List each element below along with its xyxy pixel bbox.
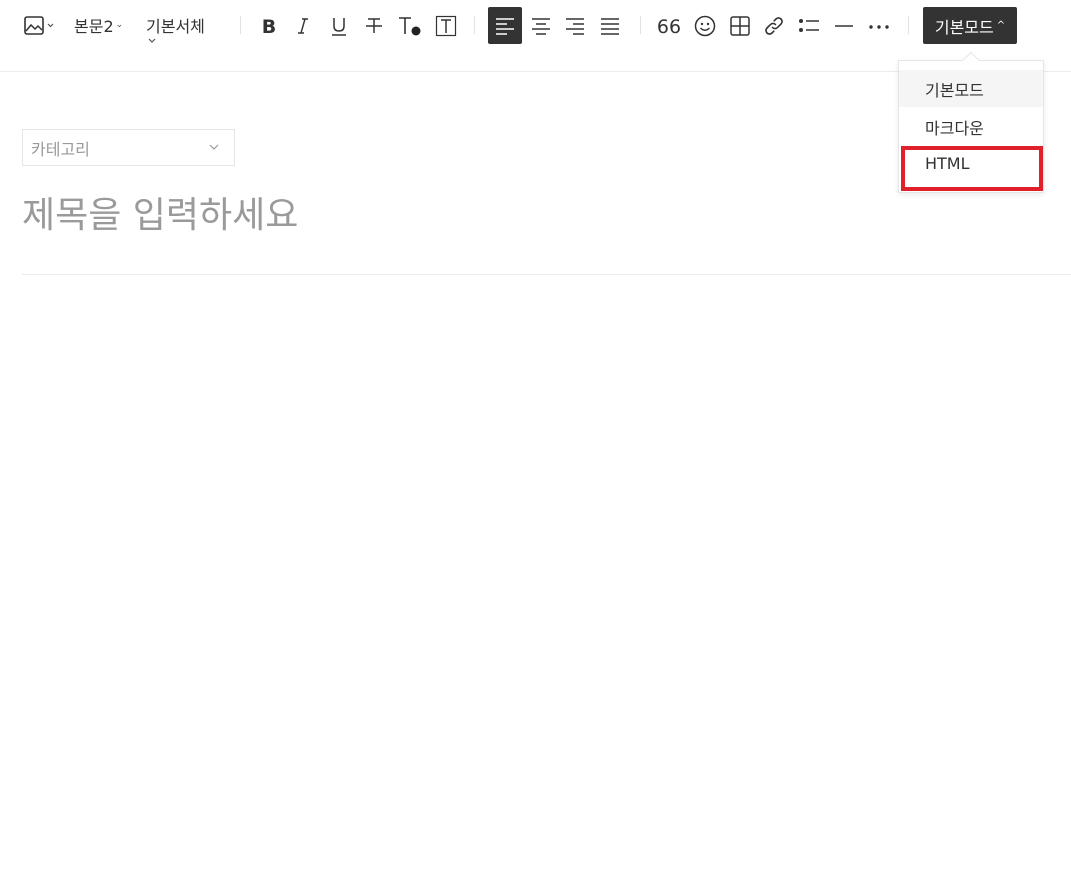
title-input[interactable] bbox=[22, 188, 1071, 242]
title-divider bbox=[22, 274, 1071, 275]
emoji-button[interactable] bbox=[691, 12, 719, 40]
text-background-icon bbox=[435, 15, 457, 37]
strikethrough-icon bbox=[366, 18, 382, 33]
align-left-icon bbox=[496, 17, 514, 35]
font-family-select[interactable]: 기본서체 bbox=[146, 14, 205, 36]
text-background-button[interactable] bbox=[433, 12, 459, 40]
align-center-button[interactable] bbox=[527, 7, 555, 44]
bold-button[interactable]: B bbox=[256, 12, 282, 40]
align-justify-icon bbox=[601, 17, 619, 35]
link-icon bbox=[765, 17, 783, 35]
toolbar-separator bbox=[240, 16, 241, 34]
svg-text:B: B bbox=[262, 16, 276, 36]
category-select[interactable]: 카테고리 bbox=[22, 129, 235, 166]
toolbar-separator bbox=[474, 16, 475, 34]
emoji-icon bbox=[694, 15, 716, 37]
table-icon bbox=[730, 16, 750, 36]
horizontal-rule-icon bbox=[835, 25, 853, 27]
editor-mode-label: 기본모드 bbox=[934, 17, 994, 37]
link-button[interactable] bbox=[760, 12, 788, 40]
toolbar-separator bbox=[640, 16, 641, 34]
image-icon bbox=[24, 16, 54, 35]
quote-icon: 66 bbox=[657, 16, 681, 36]
list-button[interactable] bbox=[795, 12, 823, 40]
menu-item-label: 마크다운 bbox=[925, 118, 984, 138]
chevron-down-icon bbox=[146, 36, 158, 46]
text-color-icon bbox=[399, 17, 421, 36]
strikethrough-button[interactable] bbox=[361, 12, 387, 40]
align-left-button[interactable] bbox=[488, 7, 522, 44]
quote-button[interactable]: 66 bbox=[655, 12, 683, 40]
table-button[interactable] bbox=[726, 12, 754, 40]
menu-item-basic-mode[interactable]: 기본모드 bbox=[899, 70, 1043, 107]
menu-item-label: 기본모드 bbox=[925, 80, 984, 100]
text-color-button[interactable] bbox=[396, 12, 424, 40]
toolbar-separator bbox=[908, 16, 909, 34]
align-justify-button[interactable] bbox=[596, 7, 624, 44]
italic-icon bbox=[298, 18, 308, 34]
align-right-icon bbox=[566, 17, 584, 35]
align-right-button[interactable] bbox=[561, 7, 589, 44]
align-center-icon bbox=[532, 17, 550, 35]
highlight-box bbox=[901, 146, 1043, 191]
horizontal-rule-button[interactable] bbox=[830, 12, 858, 40]
paragraph-style-select[interactable]: 본문2 ⌄ bbox=[74, 14, 123, 36]
list-icon bbox=[799, 19, 819, 32]
insert-image-button[interactable] bbox=[22, 12, 58, 40]
more-button[interactable] bbox=[865, 12, 893, 40]
chevron-down-icon: ⌄ bbox=[115, 20, 124, 30]
underline-icon bbox=[332, 18, 346, 36]
underline-button[interactable] bbox=[326, 12, 352, 40]
more-icon bbox=[869, 25, 889, 29]
paragraph-style-label: 본문2 bbox=[74, 17, 114, 36]
menu-item-markdown[interactable]: 마크다운 bbox=[899, 108, 1043, 145]
chevron-up-icon: ^ bbox=[996, 20, 1006, 31]
font-family-label: 기본서체 bbox=[146, 17, 205, 36]
editor-mode-button[interactable]: 기본모드 ^ bbox=[923, 7, 1017, 44]
bold-icon: B bbox=[262, 16, 276, 36]
svg-text:66: 66 bbox=[657, 16, 681, 36]
chevron-down-icon bbox=[209, 144, 219, 150]
italic-button[interactable] bbox=[290, 12, 316, 40]
category-placeholder: 카테고리 bbox=[31, 139, 90, 159]
